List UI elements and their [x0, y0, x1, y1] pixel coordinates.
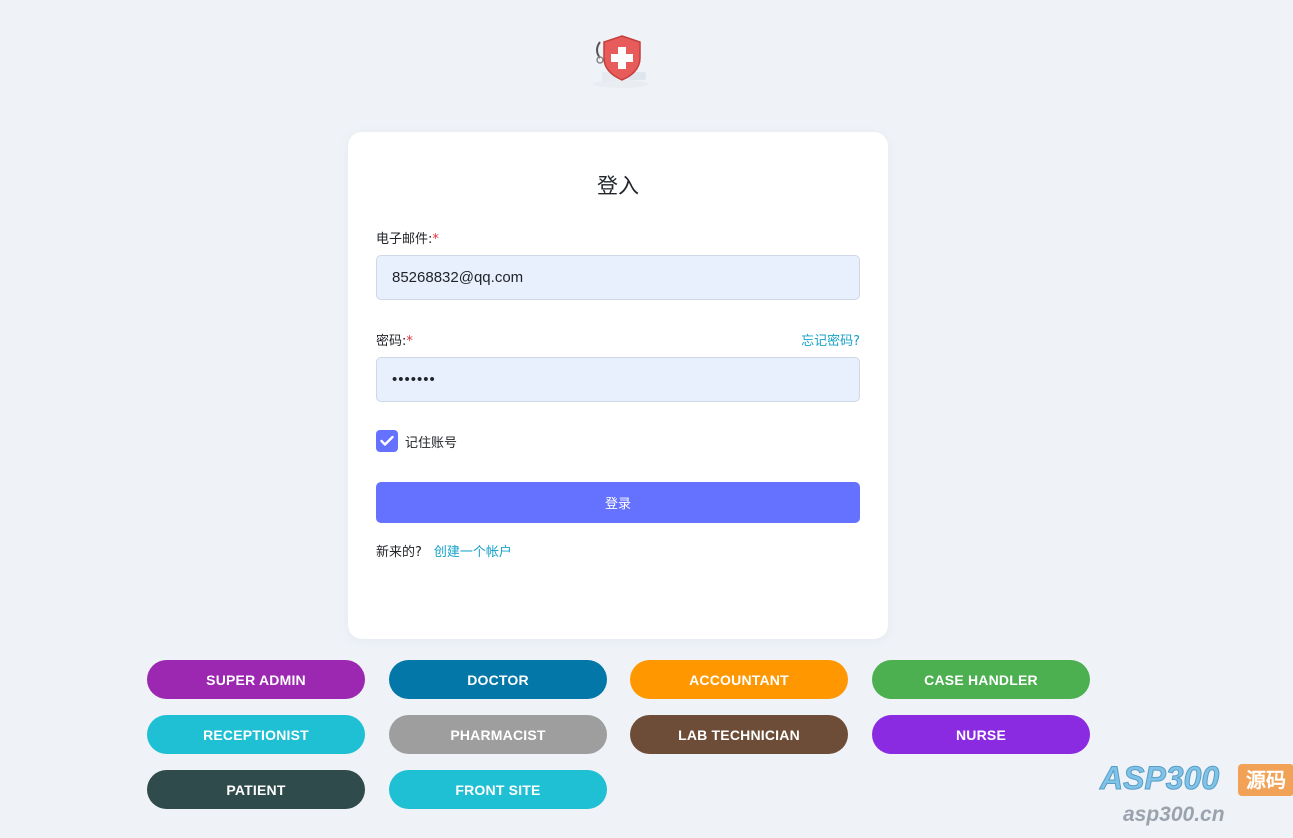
role-button-nurse[interactable]: NURSE: [872, 715, 1090, 754]
role-button-lab-technician[interactable]: LAB TECHNICIAN: [630, 715, 848, 754]
role-button-receptionist[interactable]: RECEPTIONIST: [147, 715, 365, 754]
role-button-accountant[interactable]: ACCOUNTANT: [630, 660, 848, 699]
login-card: 登入 电子邮件:* 密码:* 忘记密码? 记住账号 登录 新来的?创建一个帐户: [348, 132, 888, 639]
role-button-case-handler[interactable]: CASE HANDLER: [872, 660, 1090, 699]
medical-shield-logo-icon: [588, 32, 654, 90]
new-user-text: 新来的?: [376, 545, 422, 560]
create-account-link[interactable]: 创建一个帐户: [434, 545, 512, 560]
login-title: 登入: [597, 174, 639, 198]
required-mark: *: [406, 334, 413, 349]
password-label: 密码:*: [376, 330, 413, 349]
remember-me: 记住账号: [376, 430, 457, 452]
watermark-brand: ASP300: [1099, 760, 1220, 797]
role-button-patient[interactable]: PATIENT: [147, 770, 365, 809]
email-label: 电子邮件:*: [376, 228, 439, 247]
remember-label: 记住账号: [405, 435, 458, 451]
remember-checkbox[interactable]: [376, 430, 398, 452]
role-button-front-site[interactable]: FRONT SITE: [389, 770, 607, 809]
required-mark: *: [432, 232, 439, 247]
login-button[interactable]: 登录: [376, 482, 860, 523]
forgot-password-link[interactable]: 忘记密码?: [801, 330, 860, 349]
check-icon: [380, 435, 394, 446]
watermark-tag: 源码: [1238, 764, 1293, 796]
password-input[interactable]: [376, 357, 860, 402]
role-button-pharmacist[interactable]: PHARMACIST: [389, 715, 607, 754]
new-user-row: 新来的? 创建一个帐户: [376, 541, 512, 560]
email-label-text: 电子邮件:: [376, 232, 433, 247]
email-input[interactable]: [376, 255, 860, 300]
role-button-super-admin[interactable]: SUPER ADMIN: [147, 660, 365, 699]
role-button-doctor[interactable]: DOCTOR: [389, 660, 607, 699]
watermark-url: asp300.cn: [1123, 803, 1225, 826]
password-label-text: 密码:: [376, 334, 407, 349]
